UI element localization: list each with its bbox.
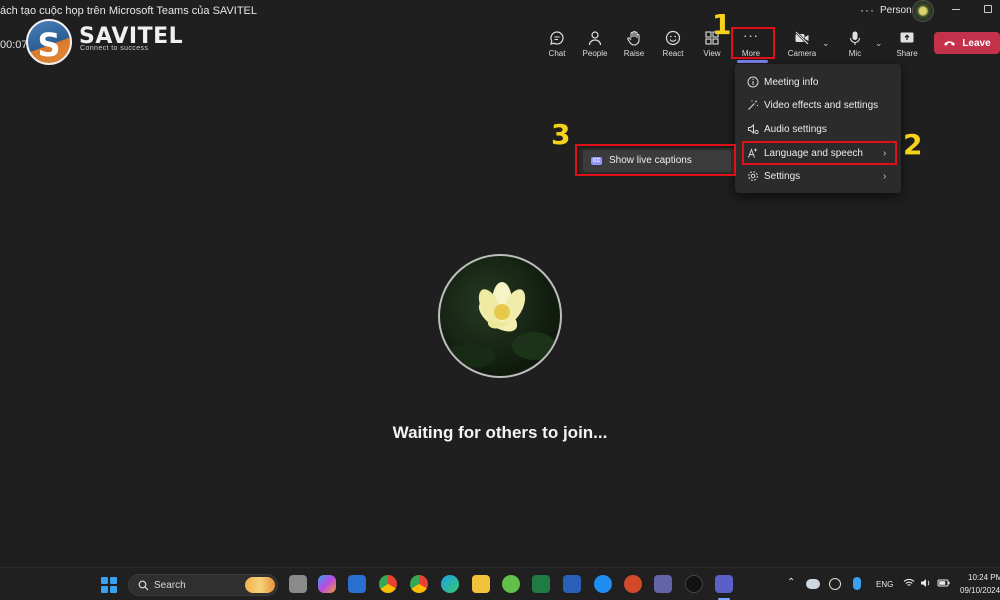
meeting-timer: 00:07 <box>0 39 28 51</box>
search-highlight-icon <box>245 577 275 593</box>
chat-button[interactable]: Chat <box>539 30 575 62</box>
powerpoint-icon[interactable] <box>624 575 642 593</box>
info-icon <box>747 76 759 88</box>
menu-item-audio-settings[interactable]: Audio settings <box>735 118 901 140</box>
zalo-icon[interactable] <box>594 575 612 593</box>
title-more-icon[interactable]: ··· <box>860 3 875 17</box>
step-number-1: 1 <box>712 8 732 41</box>
step-number-2: 2 <box>903 128 923 161</box>
step-number-3: 3 <box>551 118 571 151</box>
menu-item-settings[interactable]: Settings › <box>735 165 901 187</box>
mic-options-chevron-icon[interactable]: ⌄ <box>875 38 883 49</box>
video-effects-icon <box>748 100 759 110</box>
raise-label: Raise <box>623 49 645 58</box>
clock-time[interactable]: 10:24 PM <box>968 573 1000 582</box>
minimize-button[interactable] <box>952 9 960 10</box>
coccoc-icon[interactable] <box>502 575 520 593</box>
onedrive-icon[interactable] <box>806 579 820 589</box>
gear-icon <box>748 171 758 181</box>
volume-icon[interactable] <box>920 578 932 588</box>
more-options-menu: Meeting info Video effects and settings … <box>735 64 901 193</box>
wifi-icon[interactable] <box>903 578 915 588</box>
menu-item-label: Settings <box>764 170 801 182</box>
taskbar-search[interactable]: Search <box>128 574 278 596</box>
chat-icon <box>550 31 564 45</box>
input-language[interactable]: ENG <box>876 580 893 589</box>
menu-item-label: Meeting info <box>764 76 819 88</box>
camera-label: Camera <box>787 49 817 58</box>
chevron-right-icon: › <box>883 170 887 182</box>
search-placeholder: Search <box>154 580 186 591</box>
waiting-message: Waiting for others to join... <box>392 423 608 442</box>
tiktok-icon[interactable] <box>685 575 703 593</box>
edge-icon[interactable] <box>441 575 459 593</box>
mic-label: Mic <box>848 49 862 58</box>
logo-letter: S <box>37 26 61 64</box>
menu-item-meeting-info[interactable]: Meeting info <box>735 71 901 93</box>
highlight-language-and-speech <box>742 141 897 165</box>
battery-icon[interactable] <box>937 578 951 588</box>
more-active-indicator <box>737 60 768 63</box>
microphone-icon <box>849 31 861 45</box>
window-title-bar: ách tạo cuộc họp trên Microsoft Teams củ… <box>0 0 1000 22</box>
profile-avatar[interactable] <box>912 0 934 22</box>
word-icon[interactable] <box>563 575 581 593</box>
camera-options-chevron-icon[interactable]: ⌄ <box>822 38 830 49</box>
audio-settings-icon <box>748 123 759 135</box>
copilot-icon[interactable] <box>318 575 336 593</box>
window-title: ách tạo cuộc họp trên Microsoft Teams củ… <box>0 5 257 17</box>
tray-mic-icon[interactable] <box>853 577 861 590</box>
participant-avatar <box>438 254 562 378</box>
clock-date[interactable]: 09/10/2024 <box>960 586 1000 595</box>
restore-button[interactable] <box>984 5 992 13</box>
excel-icon[interactable] <box>532 575 550 593</box>
view-label: View <box>703 49 721 58</box>
lotus-flower-image <box>444 282 556 368</box>
chrome-profile-icon[interactable] <box>410 575 428 593</box>
task-view-icon[interactable] <box>289 575 307 593</box>
chat-label: Chat <box>548 49 566 58</box>
react-label: React <box>662 49 684 58</box>
teams-icon[interactable] <box>654 575 672 593</box>
photos-icon[interactable] <box>348 575 366 593</box>
share-button[interactable]: Share <box>889 30 925 62</box>
raise-hand-button[interactable]: Raise <box>616 30 652 62</box>
leave-button[interactable]: Leave <box>934 32 1000 54</box>
sync-icon[interactable] <box>829 578 841 590</box>
menu-item-video-effects[interactable]: Video effects and settings <box>735 94 901 116</box>
highlight-more-button <box>731 27 775 59</box>
share-screen-icon <box>900 32 914 43</box>
savitel-logo: S <box>26 19 72 65</box>
hand-icon <box>627 30 640 46</box>
people-icon <box>588 31 602 46</box>
smiley-icon <box>665 30 681 46</box>
highlight-show-live-captions <box>575 144 736 176</box>
people-label: People <box>582 49 608 58</box>
menu-item-label: Video effects and settings <box>764 99 879 111</box>
leave-label: Leave <box>962 37 991 49</box>
react-button[interactable]: React <box>655 30 691 62</box>
brand-tagline: Connect to success <box>80 45 149 52</box>
windows-start-icon[interactable] <box>101 577 117 593</box>
menu-item-label: Audio settings <box>764 123 827 135</box>
search-icon <box>138 580 149 591</box>
file-explorer-icon[interactable] <box>472 575 490 593</box>
tray-overflow-chevron-icon[interactable]: ⌃ <box>787 577 795 588</box>
camera-off-icon <box>795 31 809 45</box>
hang-up-icon <box>944 41 956 46</box>
share-label: Share <box>896 49 918 58</box>
chrome-icon[interactable] <box>379 575 397 593</box>
people-button[interactable]: People <box>577 30 613 62</box>
teams-active-icon[interactable] <box>715 575 733 593</box>
mic-button[interactable]: Mic <box>837 30 873 62</box>
windows-taskbar: Search ⌃ ENG 10:24 PM 09/10/2024 <box>0 567 1000 600</box>
camera-button[interactable]: Camera <box>784 30 820 62</box>
